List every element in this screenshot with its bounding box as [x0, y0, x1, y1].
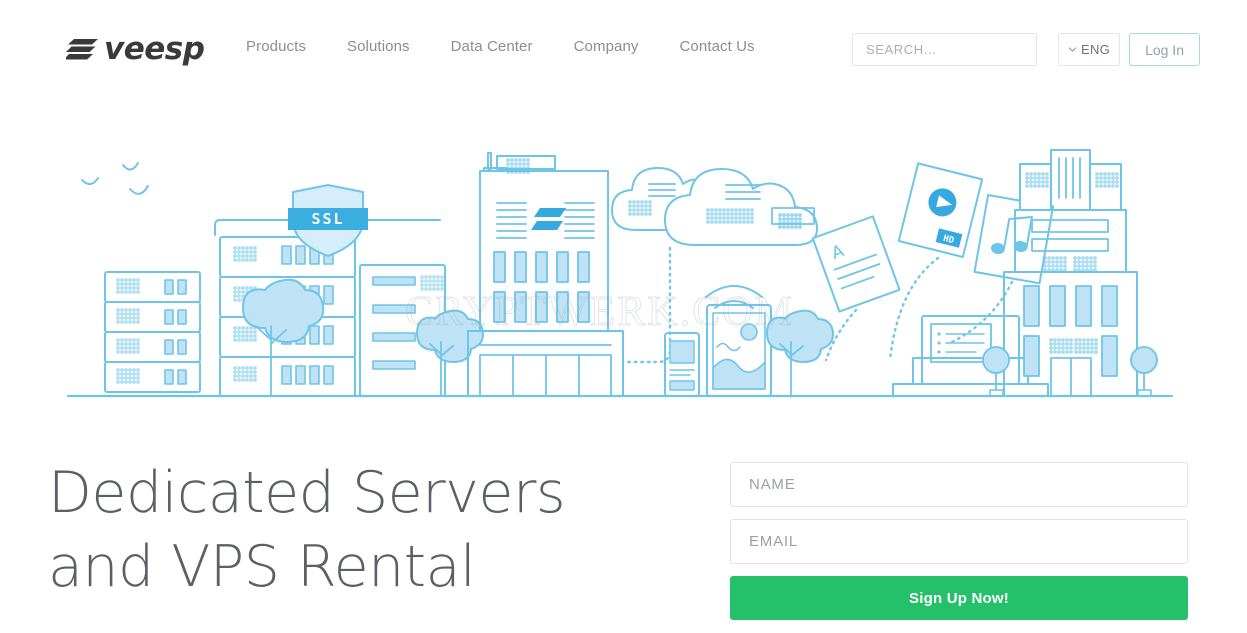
landing-page: veesp Products Solutions Data Center Com…: [0, 0, 1247, 633]
lamp-post-icon: [982, 346, 1010, 397]
name-field-wrapper[interactable]: [730, 462, 1188, 507]
nav-item-solutions[interactable]: Solutions: [347, 38, 410, 55]
signup-button[interactable]: Sign Up Now!: [730, 576, 1188, 620]
name-input[interactable]: [749, 476, 1169, 493]
nav-item-products[interactable]: Products: [246, 38, 306, 55]
login-button[interactable]: Log In: [1129, 33, 1200, 66]
skyscraper-icon: [982, 149, 1158, 397]
video-card-icon: HD: [897, 162, 984, 258]
site-header: veesp Products Solutions Data Center Com…: [0, 0, 1247, 96]
lamp-post-icon: [1130, 346, 1158, 397]
brand-logo[interactable]: veesp: [66, 30, 205, 67]
tree-icon: [766, 309, 835, 397]
svg-text:SSL: SSL: [311, 210, 344, 228]
tablet-icon: [706, 304, 772, 397]
phone-icon: [664, 332, 700, 397]
main-navigation: Products Solutions Data Center Company C…: [246, 38, 755, 55]
nav-item-company[interactable]: Company: [574, 38, 639, 55]
page-title: Dedicated Servers and VPS Rental: [48, 456, 648, 604]
signup-form: Sign Up Now! Sign up now and get free tr…: [730, 462, 1188, 633]
document-card-icon: A: [811, 215, 901, 313]
headline-line-2: and VPS Rental: [48, 534, 476, 600]
search-box[interactable]: [851, 33, 1037, 66]
email-input[interactable]: [749, 533, 1169, 550]
hero-illustration: SSL A HD: [60, 140, 1180, 410]
chevron-down-icon: [1068, 47, 1077, 52]
language-label: ENG: [1080, 42, 1111, 57]
nav-item-contact-us[interactable]: Contact Us: [680, 38, 755, 55]
brand-name: veesp: [104, 30, 205, 67]
veesp-stripes-logo-icon: [66, 39, 98, 60]
tree-icon: [416, 309, 485, 397]
nav-item-data-center[interactable]: Data Center: [451, 38, 533, 55]
birds-icon: [81, 162, 149, 195]
headline-line-1: Dedicated Servers: [48, 460, 566, 526]
email-field-wrapper[interactable]: [730, 519, 1188, 564]
search-input[interactable]: [865, 42, 1036, 57]
language-selector[interactable]: ENG: [1057, 33, 1121, 66]
header-actions: ENG Log In: [851, 33, 1200, 66]
